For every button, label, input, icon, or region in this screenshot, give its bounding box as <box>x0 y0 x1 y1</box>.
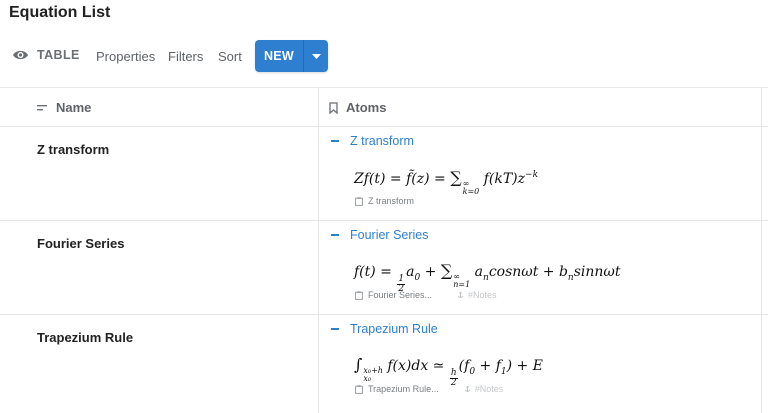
atom-title[interactable]: Trapezium Rule <box>350 322 438 336</box>
column-atoms-label: Atoms <box>346 100 387 115</box>
bookmark-icon <box>329 101 338 114</box>
clipboard-icon <box>355 384 363 394</box>
table-header: Name Atoms <box>0 87 768 127</box>
collapse-dash-icon[interactable] <box>331 140 339 142</box>
view-selector[interactable]: TABLE <box>12 48 80 62</box>
atom-link[interactable]: Z transform <box>331 134 414 148</box>
properties-button[interactable]: Properties <box>96 49 155 64</box>
column-header-name[interactable]: Name <box>37 88 91 127</box>
row-name[interactable]: Z transform <box>37 142 109 157</box>
eye-icon <box>13 50 28 60</box>
atom-link[interactable]: Fourier Series <box>331 228 429 242</box>
new-button-group: NEW <box>255 40 328 72</box>
row-name[interactable]: Fourier Series <box>37 236 124 251</box>
notes-tag[interactable]: #Notes <box>457 290 497 300</box>
atom-title[interactable]: Fourier Series <box>350 228 429 242</box>
atom-meta: Z transform <box>355 196 414 206</box>
collapse-dash-icon[interactable] <box>331 234 339 236</box>
clipboard-icon <box>355 290 363 300</box>
new-button[interactable]: NEW <box>255 40 303 72</box>
atom-meta: Trapezium Rule... #Notes <box>355 384 503 394</box>
clipboard-icon <box>355 196 363 206</box>
anchor-icon <box>457 292 464 298</box>
notes-label: #Notes <box>474 384 504 394</box>
atom-meta-label: Fourier Series... <box>368 290 433 300</box>
column-header-atoms[interactable]: Atoms <box>329 88 386 127</box>
atom-meta-label: Trapezium Rule... <box>368 384 439 394</box>
table-row[interactable]: Trapezium Rule Trapezium Rule ∫ x₀+h x₀ f(… <box>0 315 768 413</box>
column-name-label: Name <box>56 100 92 115</box>
new-dropdown-button[interactable] <box>303 40 328 72</box>
page-title: Equation List <box>9 4 111 21</box>
atom-meta: Fourier Series... #Notes <box>355 290 497 300</box>
notes-tag[interactable]: #Notes <box>464 384 504 394</box>
row-name[interactable]: Trapezium Rule <box>37 330 133 345</box>
toolbar: TABLE Properties Filters Sort NEW <box>0 40 768 72</box>
sort-button[interactable]: Sort <box>218 49 242 64</box>
chevron-down-icon <box>311 53 321 59</box>
notes-label: #Notes <box>468 290 497 300</box>
text-lines-icon <box>37 104 47 110</box>
table-row[interactable]: Z transform Z transform Zf(t) = f̃(z) = … <box>0 127 768 221</box>
atom-meta-label: Z transform <box>368 196 415 206</box>
filters-button[interactable]: Filters <box>168 49 203 64</box>
equation: Zf(t) = f̃(z) = ∑ ∞ k=0 f(kT)z−k <box>354 168 539 196</box>
table-row[interactable]: Fourier Series Fourier Series f(t) = 12a… <box>0 221 768 315</box>
atom-link[interactable]: Trapezium Rule <box>331 322 438 336</box>
anchor-icon <box>464 386 471 392</box>
atom-title[interactable]: Z transform <box>350 134 414 148</box>
view-label: TABLE <box>37 48 80 62</box>
collapse-dash-icon[interactable] <box>331 328 339 330</box>
